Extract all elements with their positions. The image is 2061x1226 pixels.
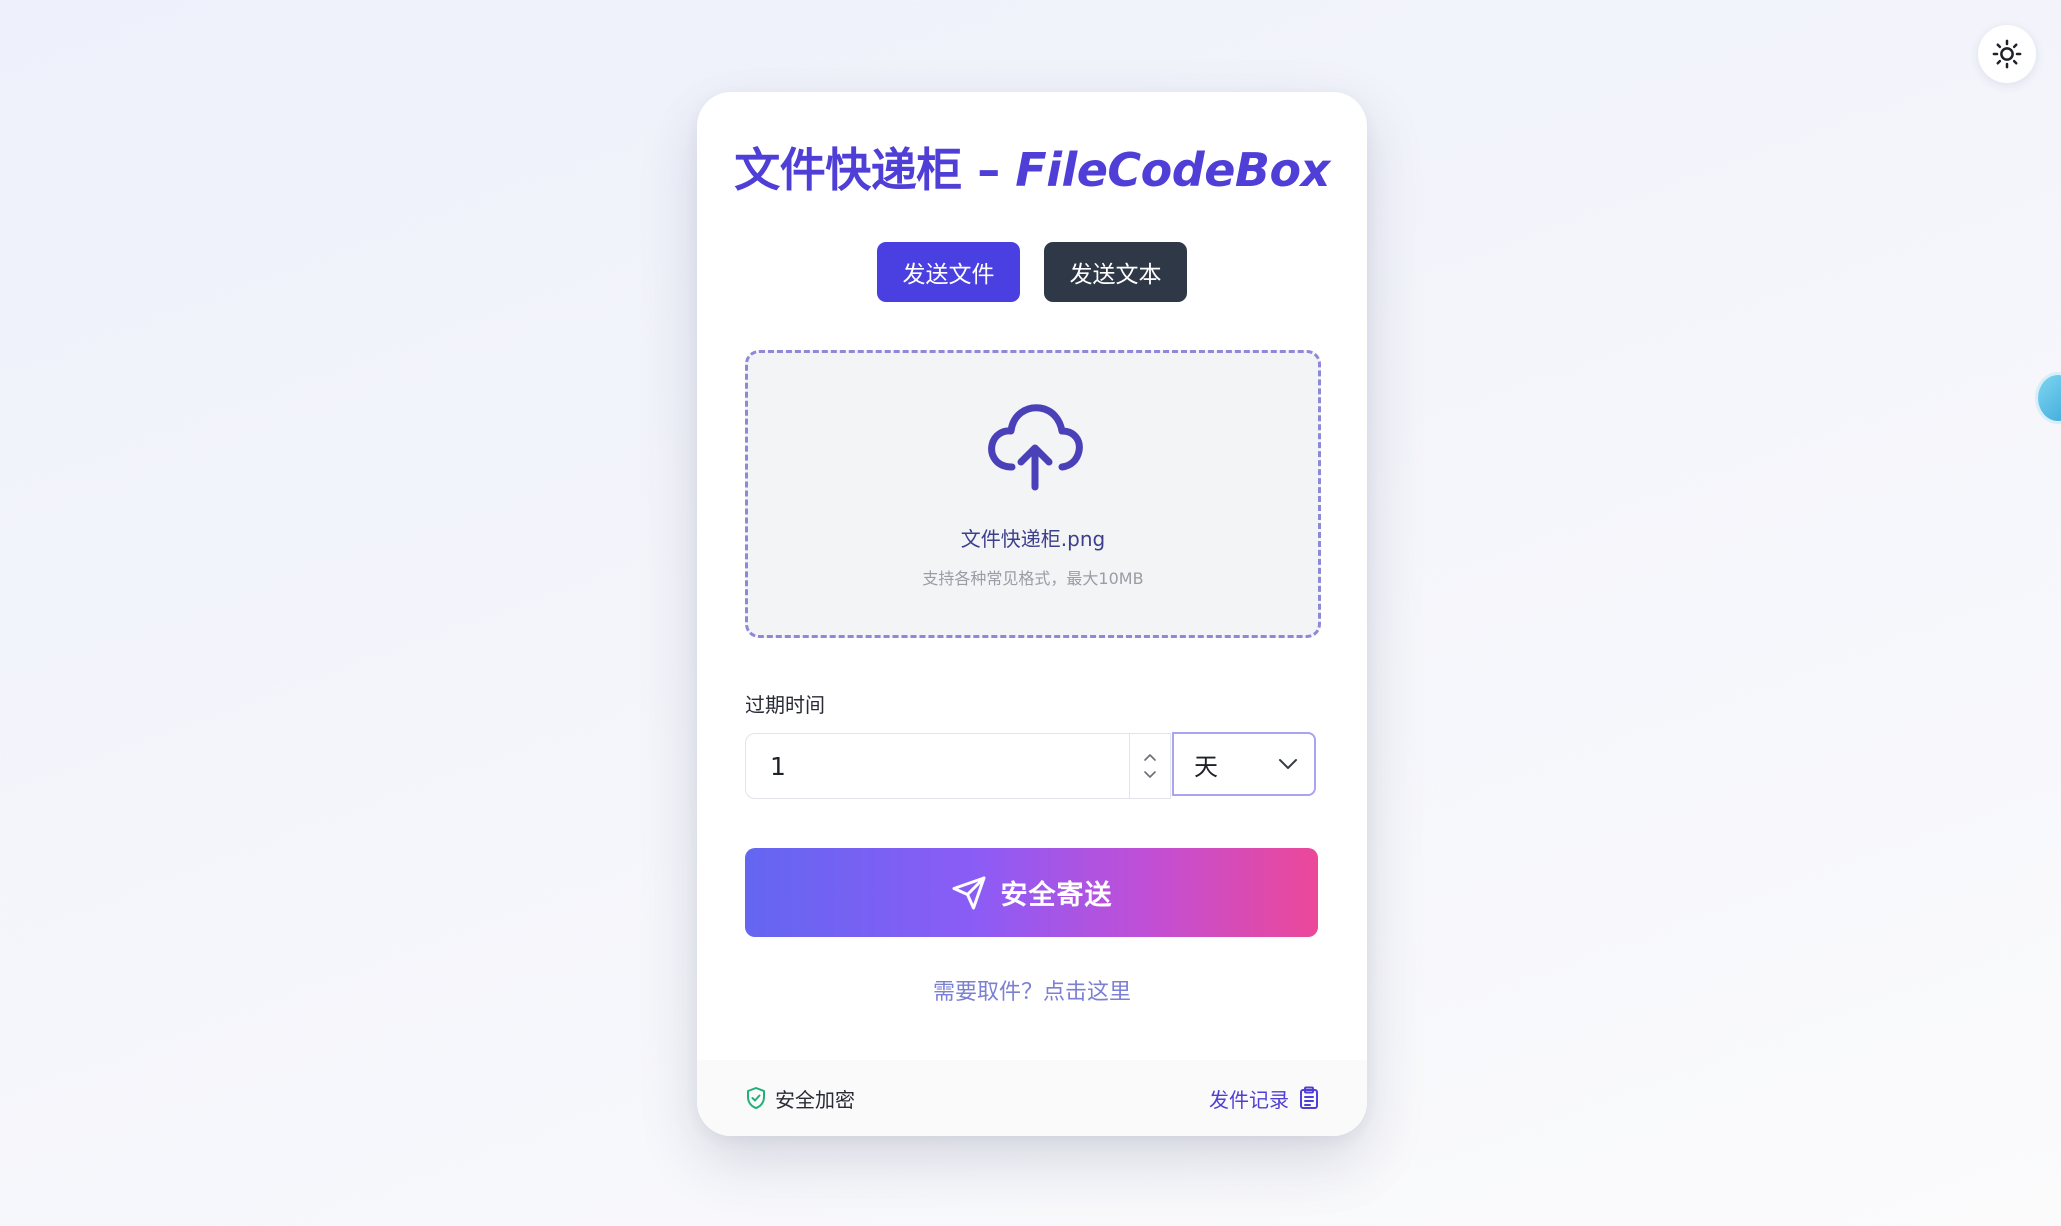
retrieve-link[interactable]: 需要取件？点击这里 (697, 974, 1367, 1006)
history-label: 发件记录 (1209, 1087, 1289, 1112)
expiration-value-input[interactable]: 1 (745, 733, 1171, 799)
title-en: FileCodeBox (1015, 143, 1330, 197)
chevron-down-icon (1279, 759, 1297, 769)
file-dropzone[interactable]: 文件快递柜.png 支持各种常见格式，最大10MB (745, 350, 1321, 638)
sun-icon (1992, 39, 2022, 69)
secure-label: 安全加密 (775, 1087, 855, 1112)
mode-tabs: 发送文件 发送文本 (697, 242, 1367, 302)
theme-toggle-button[interactable] (1978, 25, 2036, 83)
send-card: 文件快递柜 – FileCodeBox 发送文件 发送文本 文件快递柜.png … (697, 92, 1367, 1136)
page-title: 文件快递柜 – FileCodeBox (697, 134, 1367, 200)
cloud-upload-icon (988, 404, 1083, 491)
send-button-label: 安全寄送 (1000, 880, 1113, 911)
send-history-link[interactable]: 发件记录 (1209, 1084, 1319, 1113)
card-footer: 安全加密 发件记录 (697, 1060, 1367, 1136)
tab-send-file[interactable]: 发送文件 (877, 242, 1020, 302)
expiration-unit-select[interactable]: 天 (1172, 732, 1316, 796)
upload-hint: 支持各种常见格式，最大10MB (922, 569, 1144, 588)
secure-indicator: 安全加密 (745, 1084, 855, 1113)
expiration-unit: 天 (1194, 752, 1218, 781)
side-floating-tab[interactable] (2038, 375, 2061, 421)
selected-file-name: 文件快递柜.png (960, 527, 1106, 551)
stepper-down-icon[interactable] (1143, 769, 1157, 779)
expiration-value: 1 (770, 751, 786, 781)
shield-check-icon (747, 1087, 765, 1109)
title-cn: 文件快递柜 (734, 143, 962, 197)
title-separator: – (977, 143, 1000, 197)
secure-send-button[interactable]: 安全寄送 (745, 848, 1318, 937)
expiration-label: 过期时间 (745, 693, 825, 717)
paper-plane-icon (952, 876, 985, 909)
tab-send-text[interactable]: 发送文本 (1044, 242, 1187, 302)
clipboard-icon (1300, 1086, 1318, 1109)
value-stepper (1129, 734, 1170, 798)
stepper-up-icon[interactable] (1143, 753, 1157, 763)
